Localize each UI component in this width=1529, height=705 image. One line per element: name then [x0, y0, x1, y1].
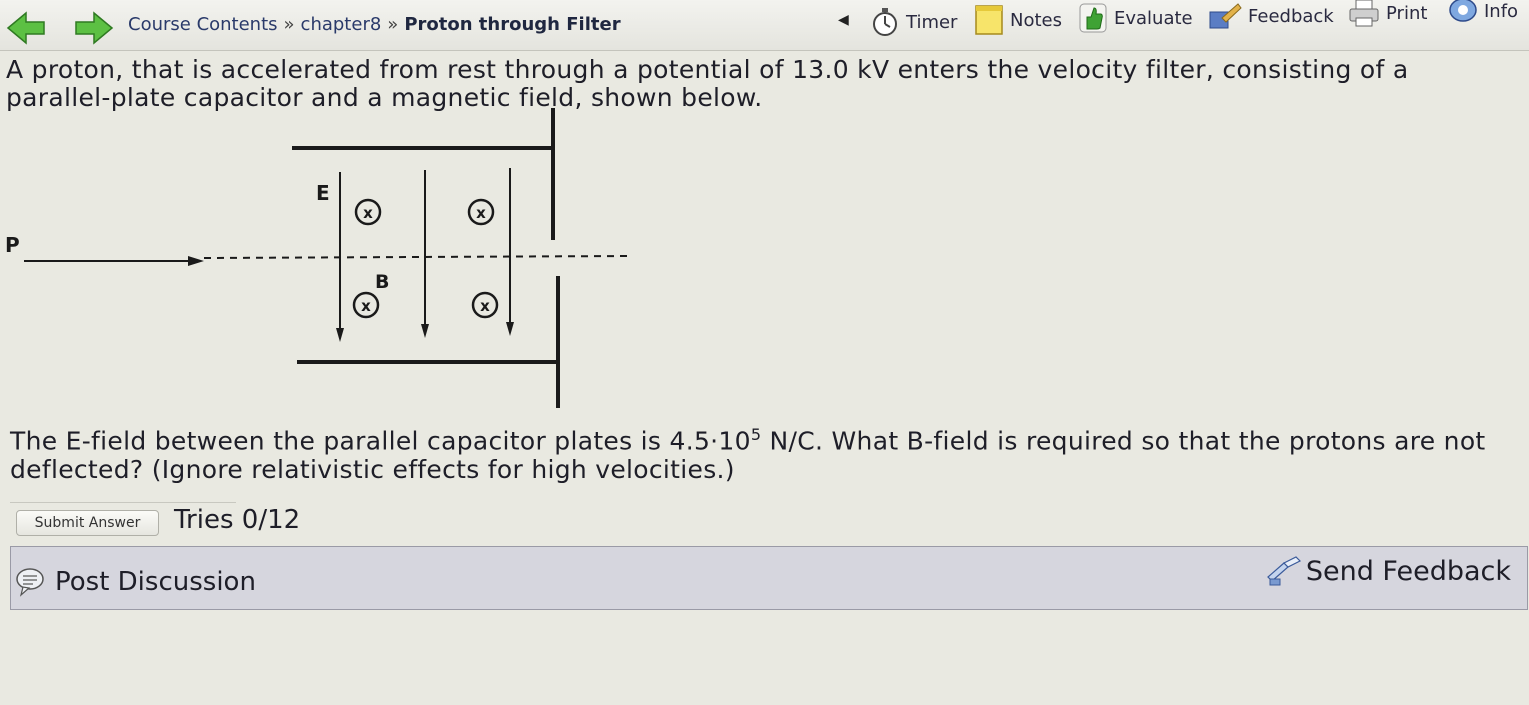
- followup-exponent: 5: [750, 425, 762, 444]
- tries-counter: Tries 0/12: [174, 505, 301, 535]
- feedback-button[interactable]: Feedback: [1208, 0, 1334, 32]
- breadcrumb-current-page: Proton through Filter: [404, 14, 621, 35]
- feedback-icon: [1209, 3, 1242, 29]
- breadcrumb-separator: »: [387, 14, 399, 35]
- post-discussion-label: Post Discussion: [55, 567, 256, 597]
- e-field-arrowhead-1: [336, 328, 344, 342]
- proton-path-dashed: [203, 255, 629, 259]
- b-field-symbol: x: [354, 198, 382, 226]
- velocity-filter-diagram: x x x x P E B: [5, 108, 629, 408]
- svg-text:x: x: [361, 297, 371, 315]
- forward-arrow-icon[interactable]: [74, 10, 114, 46]
- post-discussion-link[interactable]: Post Discussion: [15, 567, 256, 597]
- breadcrumb-chapter[interactable]: chapter8: [301, 14, 382, 35]
- e-field-arrowhead-2: [421, 324, 429, 338]
- send-feedback-icon: [1266, 556, 1301, 586]
- top-toolbar: Course Contents» chapter8» Proton through …: [0, 0, 1529, 51]
- discussion-bar: Post Discussion Send Feedback: [10, 546, 1528, 610]
- feedback-label: Feedback: [1248, 5, 1334, 27]
- send-feedback-link[interactable]: Send Feedback: [1266, 555, 1511, 587]
- discussion-bubble-icon: [16, 568, 44, 597]
- info-button[interactable]: Info: [1448, 0, 1518, 26]
- notes-label: Notes: [1010, 9, 1062, 31]
- b-field-symbol: x: [471, 291, 499, 319]
- breadcrumb: Course Contents» chapter8» Proton through …: [128, 14, 621, 35]
- print-button[interactable]: Print: [1348, 0, 1427, 28]
- label-p: P: [5, 233, 20, 257]
- svg-text:x: x: [480, 297, 490, 315]
- submit-answer-button[interactable]: Submit Answer: [16, 510, 159, 536]
- printer-icon: [1349, 0, 1379, 27]
- label-e: E: [316, 181, 330, 205]
- label-b: B: [375, 271, 389, 293]
- evaluate-button[interactable]: Evaluate: [1078, 2, 1193, 34]
- e-field-arrowhead-3: [506, 322, 514, 336]
- send-feedback-label: Send Feedback: [1305, 555, 1511, 587]
- back-arrow-icon[interactable]: [6, 10, 46, 46]
- followup-text-pre: The E-field between the parallel capacit…: [10, 426, 751, 456]
- svg-text:x: x: [363, 204, 373, 222]
- breadcrumb-course-contents[interactable]: Course Contents: [128, 14, 278, 35]
- thumbs-up-icon: [1079, 3, 1107, 33]
- proton-arrowhead: [188, 256, 204, 266]
- breadcrumb-separator: »: [283, 14, 295, 35]
- timer-button[interactable]: Timer: [870, 6, 957, 38]
- print-label: Print: [1386, 2, 1428, 24]
- info-icon: [1449, 0, 1477, 22]
- evaluate-label: Evaluate: [1114, 7, 1193, 29]
- b-field-symbol: x: [467, 198, 495, 226]
- problem-page: Course Contents» chapter8» Proton through …: [0, 0, 1529, 705]
- notes-button[interactable]: Notes: [974, 4, 1062, 36]
- info-label: Info: [1484, 0, 1519, 22]
- notes-icon: [975, 5, 1003, 35]
- timer-label: Timer: [906, 11, 958, 33]
- followup-question: The E-field between the parallel capacit…: [10, 420, 1520, 484]
- answer-input[interactable]: [10, 476, 236, 503]
- b-field-symbol: x: [352, 291, 380, 319]
- stopwatch-icon: [873, 8, 897, 36]
- collapse-toolbar-icon[interactable]: ◀: [838, 12, 849, 28]
- svg-text:x: x: [476, 204, 486, 222]
